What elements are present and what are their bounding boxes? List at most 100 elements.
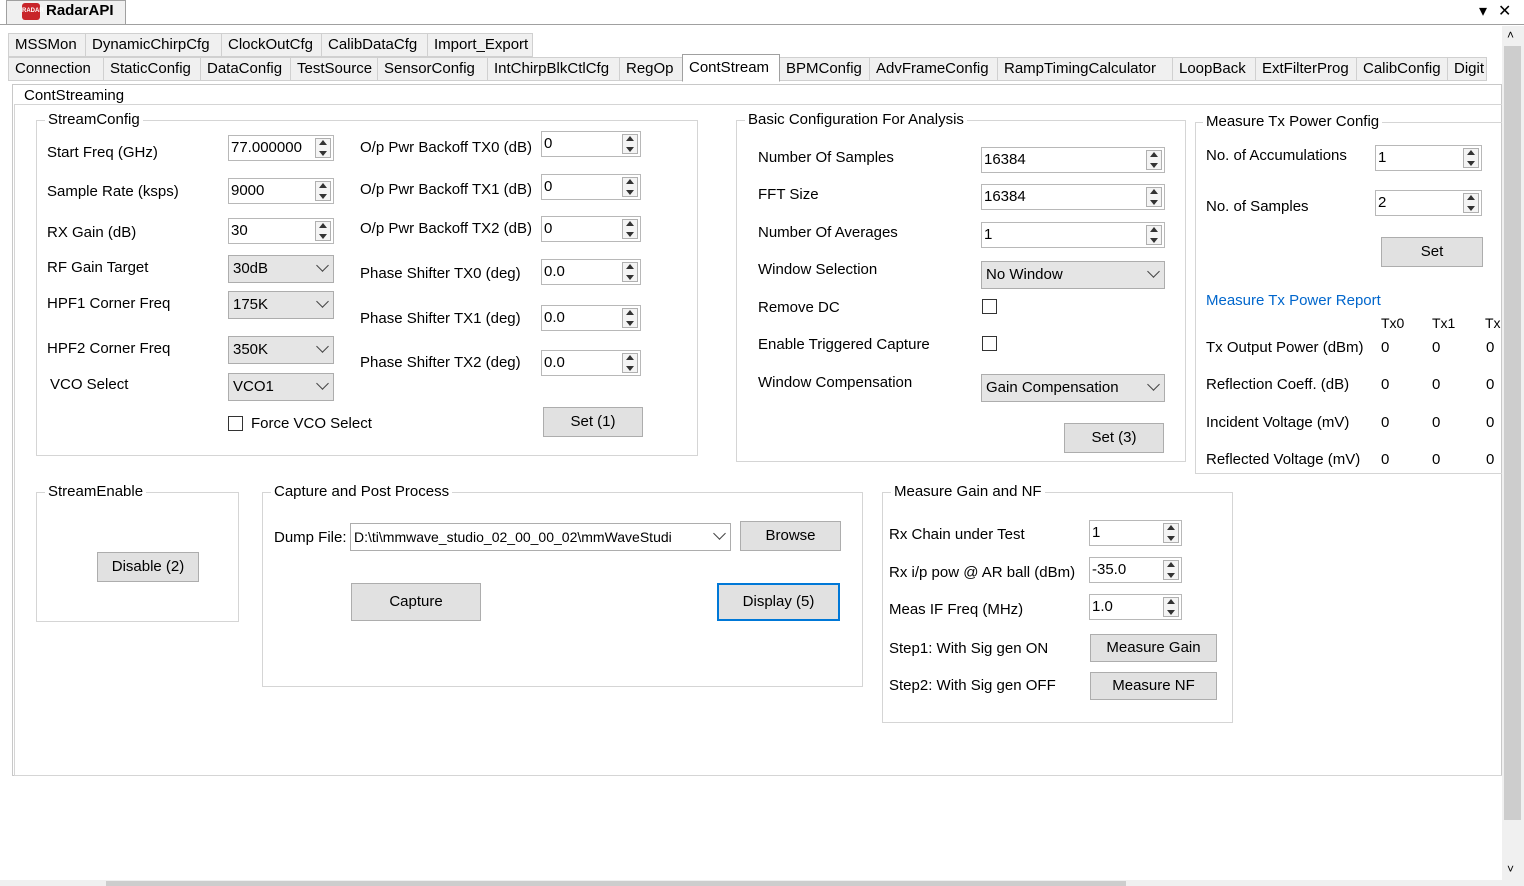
backoff-tx0-input[interactable]: 0 <box>541 131 641 157</box>
backoff-tx1-input[interactable]: 0 <box>541 174 641 200</box>
vertical-scroll-thumb[interactable] <box>1504 46 1521 820</box>
spin-arrows-icon[interactable] <box>1163 560 1179 580</box>
phase-tx0-label: Phase Shifter TX0 (deg) <box>360 265 521 282</box>
spin-arrows-icon[interactable] <box>1163 597 1179 617</box>
hpf2-select[interactable]: 350K <box>228 336 334 364</box>
chevron-down-icon <box>316 340 329 353</box>
app-logo-icon: RADAR <box>22 3 44 20</box>
tab-connection[interactable]: Connection <box>8 57 104 81</box>
tab-import-export[interactable]: Import_Export <box>427 33 533 57</box>
window-comp-select[interactable]: Gain Compensation <box>981 374 1165 402</box>
rx-pow-input[interactable]: -35.0 <box>1089 557 1182 583</box>
browse-button[interactable]: Browse <box>740 521 841 551</box>
averages-input[interactable]: 1 <box>981 222 1165 248</box>
spin-arrows-icon[interactable] <box>315 221 331 241</box>
stream-set-button[interactable]: Set (1) <box>543 407 643 437</box>
fft-size-input[interactable]: 16384 <box>981 184 1165 210</box>
chevron-down-icon <box>316 295 329 308</box>
triggered-capture-checkbox[interactable] <box>982 336 997 351</box>
scroll-up-icon[interactable]: ˄ <box>1507 28 1514 42</box>
basic-set-button[interactable]: Set (3) <box>1064 423 1164 453</box>
spin-arrows-icon[interactable] <box>1463 193 1479 213</box>
num-samples-input[interactable]: 16384 <box>981 147 1165 173</box>
hpf1-select[interactable]: 175K <box>228 291 334 319</box>
tab-calibconfig[interactable]: CalibConfig <box>1356 57 1448 81</box>
disable-button[interactable]: Disable (2) <box>97 552 199 582</box>
report-value: 0 <box>1381 451 1390 468</box>
spin-arrows-icon[interactable] <box>622 219 638 239</box>
tab-ramptimingcalculator[interactable]: RampTimingCalculator <box>997 57 1173 81</box>
remove-dc-checkbox[interactable] <box>982 299 997 314</box>
if-freq-input[interactable]: 1.0 <box>1089 594 1182 620</box>
spin-arrows-icon[interactable] <box>1146 225 1162 245</box>
tab-dynamicchirpcfg[interactable]: DynamicChirpCfg <box>85 33 222 57</box>
spin-arrows-icon[interactable] <box>1146 150 1162 170</box>
spin-arrows-icon[interactable] <box>622 177 638 197</box>
spin-arrows-icon[interactable] <box>1463 148 1479 168</box>
scroll-down-icon[interactable]: ˅ <box>1507 862 1514 876</box>
tab-clockoutcfg[interactable]: ClockOutCfg <box>221 33 322 57</box>
tab-regop[interactable]: RegOp <box>619 57 683 81</box>
spin-arrows-icon[interactable] <box>622 353 638 373</box>
measure-nf-button[interactable]: Measure NF <box>1090 672 1217 700</box>
chevron-down-icon <box>713 527 726 540</box>
spin-arrows-icon[interactable] <box>1146 187 1162 207</box>
tab-staticconfig[interactable]: StaticConfig <box>103 57 201 81</box>
spin-arrows-icon[interactable] <box>622 308 638 328</box>
chevron-down-icon <box>1147 378 1160 391</box>
sample-rate-input[interactable]: 9000 <box>228 178 334 204</box>
tab-advframeconfig[interactable]: AdvFrameConfig <box>869 57 998 81</box>
spin-arrows-icon[interactable] <box>622 134 638 154</box>
tab-extfilterprog[interactable]: ExtFilterProg <box>1255 57 1357 81</box>
report-value: 0 <box>1432 339 1441 356</box>
phase-tx0-input[interactable]: 0.0 <box>541 259 641 285</box>
tab-dataconfig[interactable]: DataConfig <box>200 57 291 81</box>
tx-samples-input[interactable]: 2 <box>1375 190 1482 216</box>
streamconfig-group <box>36 120 698 456</box>
force-vco-checkbox[interactable] <box>228 416 243 431</box>
tab-contstream[interactable]: ContStream <box>682 54 780 82</box>
tab-digit[interactable]: Digit <box>1447 57 1487 81</box>
report-value: 0 <box>1381 376 1390 393</box>
averages-label: Number Of Averages <box>758 224 898 241</box>
close-icon[interactable]: ✕ <box>1498 1 1511 21</box>
window-selection-select[interactable]: No Window <box>981 261 1165 289</box>
spin-arrows-icon[interactable] <box>315 181 331 201</box>
rx-gain-input[interactable]: 30 <box>228 218 334 244</box>
spin-arrows-icon[interactable] <box>622 262 638 282</box>
spin-arrows-icon[interactable] <box>1163 523 1179 543</box>
tx-power-set-button[interactable]: Set <box>1381 237 1483 267</box>
tab-loopback[interactable]: LoopBack <box>1172 57 1256 81</box>
col-tx2: Tx <box>1485 315 1501 331</box>
rf-gain-select[interactable]: 30dB <box>228 255 334 283</box>
spin-arrows-icon[interactable] <box>315 138 331 158</box>
phase-tx1-input[interactable]: 0.0 <box>541 305 641 331</box>
chevron-down-icon <box>316 377 329 390</box>
start-freq-input[interactable]: 77.000000 <box>228 135 334 161</box>
report-row-label: Incident Voltage (mV) <box>1206 414 1350 431</box>
display-button[interactable]: Display (5) <box>717 583 840 621</box>
tab-intchirpblkctlcfg[interactable]: IntChirpBlkCtlCfg <box>487 57 620 81</box>
backoff-tx1-label: O/p Pwr Backoff TX1 (dB) <box>360 181 533 198</box>
dump-file-select[interactable]: D:\ti\mmwave_studio_02_00_00_02\mmWaveSt… <box>350 523 731 551</box>
backoff-tx2-input[interactable]: 0 <box>541 216 641 242</box>
tab-mssmon[interactable]: MSSMon <box>8 33 86 57</box>
horizontal-scroll-thumb[interactable] <box>106 881 1126 886</box>
tab-bpmconfig[interactable]: BPMConfig <box>779 57 870 81</box>
accumulations-input[interactable]: 1 <box>1375 145 1482 171</box>
step2-label: Step2: With Sig gen OFF <box>889 677 1056 694</box>
rx-pow-label: Rx i/p pow @ AR ball (dBm) <box>889 564 1076 581</box>
phase-tx2-input[interactable]: 0.0 <box>541 350 641 376</box>
vco-select[interactable]: VCO1 <box>228 373 334 401</box>
start-freq-label: Start Freq (GHz) <box>47 144 158 161</box>
capture-button[interactable]: Capture <box>351 583 481 621</box>
tab-sensorconfig[interactable]: SensorConfig <box>377 57 488 81</box>
capture-label: Capture and Post Process <box>271 484 453 500</box>
rx-chain-input[interactable]: 1 <box>1089 520 1182 546</box>
tab-calibdatacfg[interactable]: CalibDataCfg <box>321 33 428 57</box>
report-value: 0 <box>1432 376 1441 393</box>
pin-dropdown-icon[interactable]: ▾ <box>1479 1 1487 21</box>
report-value: 0 <box>1381 414 1390 431</box>
measure-gain-button[interactable]: Measure Gain <box>1090 634 1217 662</box>
tab-testsource[interactable]: TestSource <box>290 57 378 81</box>
